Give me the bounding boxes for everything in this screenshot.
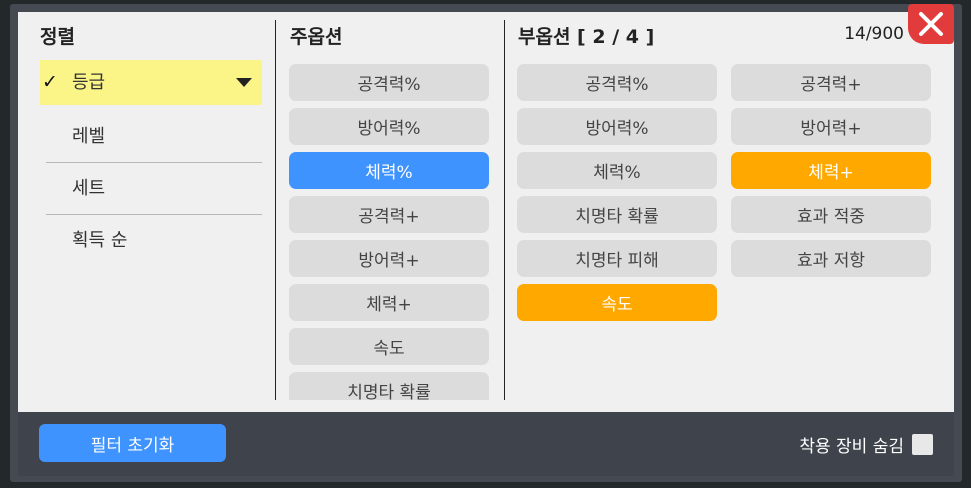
close-x-icon	[919, 12, 943, 36]
item-count: 14/900	[844, 24, 904, 44]
hide-equipped-checkbox[interactable]	[912, 434, 933, 455]
sub-option-list-right: 공격력+ 방어력+ 체력+ 효과 적중효과 저항	[731, 64, 933, 400]
option-button[interactable]: 체력%	[517, 152, 717, 189]
sort-item-label: 세트	[72, 178, 106, 199]
reset-filter-button[interactable]: 필터 초기화	[39, 424, 226, 462]
option-button[interactable]: 체력+	[289, 284, 489, 321]
sort-item-level[interactable]: 레벨	[46, 111, 262, 163]
option-button[interactable]: 속도	[517, 284, 717, 321]
column-divider	[504, 20, 505, 400]
sort-item-label: 레벨	[72, 126, 106, 147]
option-button[interactable]: 방어력+	[731, 108, 931, 145]
option-button[interactable]: 체력+	[731, 152, 931, 189]
option-button[interactable]: 방어력+	[289, 240, 489, 277]
sort-list: ✓ 등급 레벨 세트 획득 순	[40, 60, 262, 267]
option-button[interactable]: 방어력%	[517, 108, 717, 145]
hide-equipped-label: 착용 장비 숨김	[799, 437, 904, 457]
sort-item-acquired[interactable]: 획득 순	[46, 215, 262, 267]
option-button[interactable]: 공격력%	[517, 64, 717, 101]
sort-item-label: 등급	[72, 72, 106, 93]
sub-option-list-left: 공격력% 방어력% 체력% 치명타 확률치명타 피해속도	[517, 64, 719, 400]
option-button[interactable]: 치명타 확률	[289, 372, 489, 400]
main-option-title: 주옵션	[290, 26, 343, 48]
checkmark-icon: ✓	[42, 71, 58, 93]
option-button[interactable]: 치명타 확률	[517, 196, 717, 233]
option-button[interactable]: 공격력+	[289, 196, 489, 233]
option-button[interactable]: 체력%	[289, 152, 489, 189]
option-button[interactable]: 치명타 피해	[517, 240, 717, 277]
sort-item-label: 획득 순	[72, 230, 128, 251]
close-button[interactable]	[908, 4, 954, 44]
main-option-list: 공격력% 방어력% 체력% 공격력+ 방어력+ 체력+ 속도치명타 확률	[289, 64, 491, 400]
sub-option-title: 부옵션 [ 2 / 4 ]	[518, 26, 655, 48]
sort-item-grade[interactable]: ✓ 등급	[40, 60, 262, 105]
option-button[interactable]: 효과 저항	[731, 240, 931, 277]
sort-title: 정렬	[40, 26, 75, 48]
sort-item-set[interactable]: 세트	[46, 163, 262, 215]
option-button[interactable]: 속도	[289, 328, 489, 365]
column-divider	[275, 20, 276, 400]
option-button[interactable]: 효과 적중	[731, 196, 931, 233]
caret-down-icon	[236, 78, 252, 87]
option-button[interactable]: 공격력%	[289, 64, 489, 101]
option-button[interactable]: 방어력%	[289, 108, 489, 145]
option-button[interactable]: 공격력+	[731, 64, 931, 101]
